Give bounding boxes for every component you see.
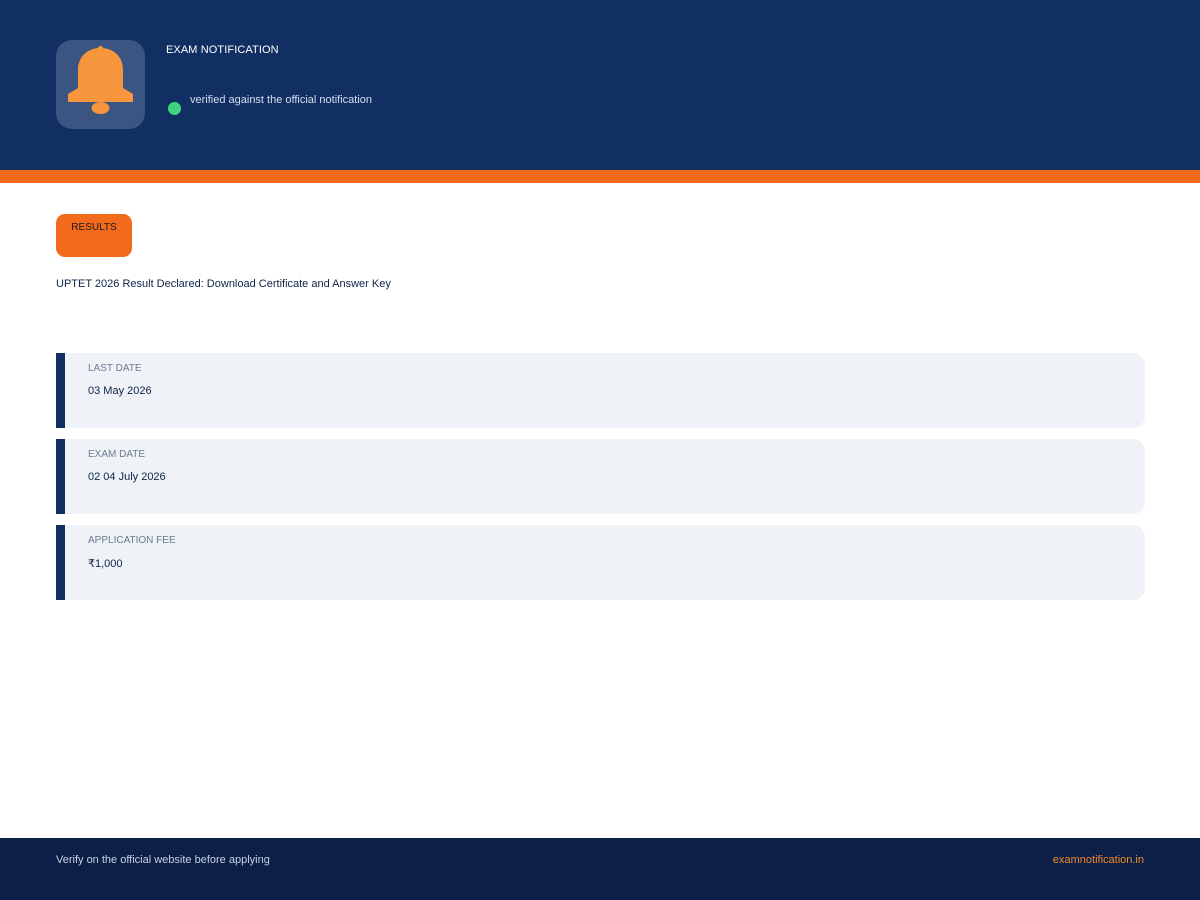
page: EXAM NOTIFICATION verified against the o… [0, 0, 1200, 900]
detail-value: ₹1,000 [88, 558, 123, 570]
detail-label: EXAM DATE [88, 449, 146, 460]
header: EXAM NOTIFICATION verified against the o… [0, 0, 1200, 170]
verified-text: verified against the official notificati… [190, 94, 373, 106]
detail-label: LAST DATE [88, 363, 142, 374]
card-accent-bar [56, 353, 65, 428]
card-accent-bar [56, 439, 65, 514]
detail-card-last-date: LAST DATE 03 May 2026 [56, 353, 1145, 428]
headline: UPTET 2026 Result Declared: Download Cer… [56, 278, 391, 290]
header-accent-strip [0, 170, 1200, 183]
detail-card-application-fee: APPLICATION FEE ₹1,000 [56, 525, 1145, 600]
footer-site-link[interactable]: examnotification.in [1053, 854, 1144, 866]
detail-value: 02 04 July 2026 [88, 471, 166, 483]
detail-card-exam-date: EXAM DATE 02 04 July 2026 [56, 439, 1145, 514]
detail-label: APPLICATION FEE [88, 535, 176, 546]
bell-icon [68, 46, 133, 114]
category-badge-label: RESULTS [71, 222, 117, 233]
detail-value: 03 May 2026 [88, 385, 152, 397]
verified-status-dot [168, 102, 181, 115]
app-icon [56, 40, 145, 129]
footer-note: Verify on the official website before ap… [56, 854, 270, 866]
footer: Verify on the official website before ap… [0, 838, 1200, 900]
card-accent-bar [56, 525, 65, 600]
header-title: EXAM NOTIFICATION [166, 44, 279, 56]
category-badge: RESULTS [56, 214, 132, 257]
